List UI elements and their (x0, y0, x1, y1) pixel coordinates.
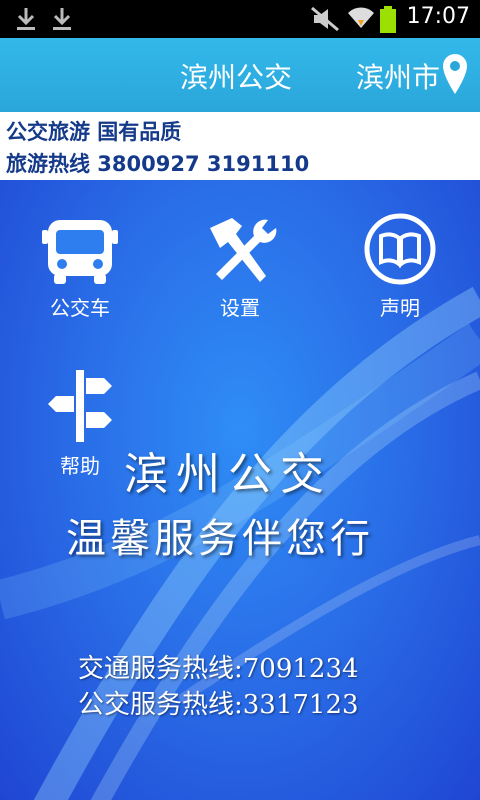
muted-icon (311, 6, 339, 32)
statement-button[interactable]: 声明 (340, 206, 460, 321)
bus-label: 公交车 (50, 296, 110, 320)
statement-label: 声明 (380, 296, 420, 320)
help-label: 帮助 (60, 454, 100, 478)
traffic-hotline: 交通服务热线:7091234 (78, 654, 359, 684)
bus-hotline: 公交服务热线:3317123 (78, 690, 359, 720)
signpost-icon (48, 370, 112, 442)
help-button[interactable]: 帮助 (20, 364, 140, 479)
city-selector[interactable]: 滨州市 (356, 56, 440, 96)
bus-button[interactable]: 公交车 (20, 206, 140, 321)
battery-icon (380, 6, 396, 33)
tools-icon (210, 218, 277, 282)
settings-button[interactable]: 设置 (180, 206, 300, 321)
main-panel: 公交车 设置 声明 帮助 滨州公交 温馨服务伴您行 交通服务热线:7091234… (0, 180, 480, 800)
info-banner: 公交旅游 国有品质 旅游热线 3800927 3191110 (0, 112, 480, 180)
wifi-icon (348, 7, 374, 28)
status-bar: 17:07 (0, 0, 480, 38)
tagline: 公交旅游 国有品质 (6, 120, 182, 144)
book-icon (364, 213, 436, 285)
download-icon (53, 8, 71, 30)
page-title: 滨州公交 (180, 61, 293, 94)
travel-hotline: 旅游热线 3800927 3191110 (6, 152, 310, 176)
slogan-title: 滨州公交 (124, 449, 332, 500)
clock: 17:07 (406, 4, 470, 29)
settings-label: 设置 (220, 296, 260, 320)
location-pin-icon[interactable] (440, 52, 470, 96)
title-bar: 滨州公交 滨州市 (0, 38, 480, 114)
slogan-subtitle: 温馨服务伴您行 (66, 516, 374, 562)
download-icon (17, 8, 35, 30)
bus-icon (42, 220, 118, 284)
